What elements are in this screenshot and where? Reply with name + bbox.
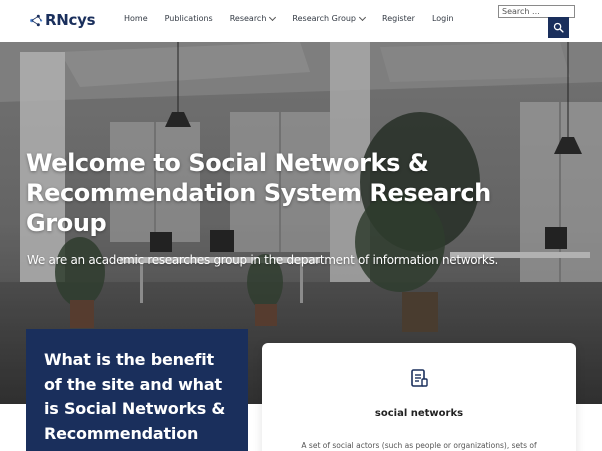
- hero-subtitle: We are an academic researches group in t…: [27, 253, 499, 267]
- nav-home[interactable]: Home: [124, 14, 148, 23]
- nav-research-group-label: Research Group: [292, 14, 356, 23]
- nav-register-label: Register: [382, 14, 415, 23]
- search-icon: [553, 22, 564, 33]
- feature-card-social-networks[interactable]: social networks A set of social actors (…: [262, 343, 576, 451]
- chevron-down-icon: [269, 13, 277, 21]
- nav-login-label: Login: [431, 14, 454, 23]
- chevron-down-icon: [358, 13, 367, 21]
- network-logo-icon: [30, 14, 43, 26]
- feature-description: A set of social actors (such as people o…: [301, 441, 537, 450]
- hero-title: Welcome to Social Networks & Recommendat…: [26, 149, 491, 237]
- main-nav: Home Publications Research Research Grou…: [124, 13, 471, 23]
- document-icon: [411, 369, 428, 387]
- search-button[interactable]: [548, 17, 569, 38]
- site-header: RNcys Home Publications Research Researc…: [0, 0, 602, 42]
- benefit-card: What is the benefit of the site and what…: [26, 329, 248, 451]
- nav-research-group[interactable]: Research Group: [292, 13, 367, 23]
- nav-research-label: Research: [229, 14, 267, 23]
- logo-text: RNcys: [45, 11, 96, 29]
- nav-publications-label: Publications: [164, 14, 213, 23]
- nav-research[interactable]: Research: [229, 13, 277, 23]
- nav-register[interactable]: Register: [382, 14, 415, 23]
- benefit-heading: What is the benefit of the site and what…: [44, 350, 226, 443]
- site-logo[interactable]: RNcys: [28, 11, 96, 29]
- feature-title: social networks: [374, 408, 464, 419]
- nav-login[interactable]: Login: [432, 14, 454, 23]
- nav-publications[interactable]: Publications: [165, 14, 213, 23]
- nav-home-label: Home: [124, 14, 148, 23]
